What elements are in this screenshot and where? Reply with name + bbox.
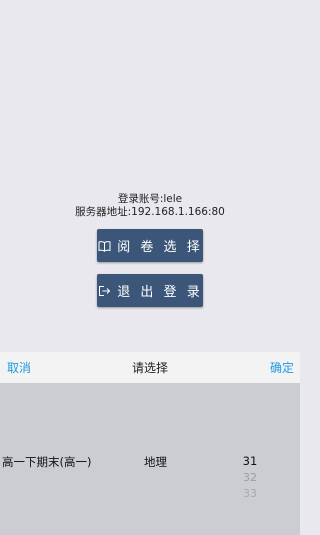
number-selected: 31	[242, 454, 258, 468]
server-address-text: 服务器地址:192.168.1.166:80	[75, 206, 225, 218]
picker-cancel-button[interactable]: 取消	[7, 359, 31, 376]
number-option: 33	[243, 487, 257, 500]
picker-confirm-button[interactable]: 确定	[270, 359, 294, 376]
logout-button[interactable]: 退 出 登 录	[97, 274, 203, 307]
review-select-label: 阅 卷 选 择	[117, 240, 203, 255]
logout-icon	[97, 284, 111, 298]
login-account-text: 登录账号:lele	[117, 193, 183, 205]
review-select-button[interactable]: 阅 卷 选 择	[97, 229, 203, 262]
number-option: 32	[243, 471, 257, 484]
picker-title: 请选择	[131, 361, 168, 375]
number-wheel[interactable]: 31 32 33	[210, 383, 290, 535]
picker-wheels: 高一下期末(高一) 地理 31 32 33	[0, 383, 300, 535]
logout-label: 退 出 登 录	[117, 285, 203, 300]
subject-wheel[interactable]: 地理	[118, 383, 198, 535]
semester-selected: 高一下期末(高一)	[2, 455, 92, 469]
book-icon	[97, 239, 111, 253]
semester-wheel[interactable]: 高一下期末(高一)	[0, 383, 118, 535]
picker-toolbar: 取消 请选择 确定	[0, 352, 300, 383]
subject-selected: 地理	[144, 455, 167, 469]
